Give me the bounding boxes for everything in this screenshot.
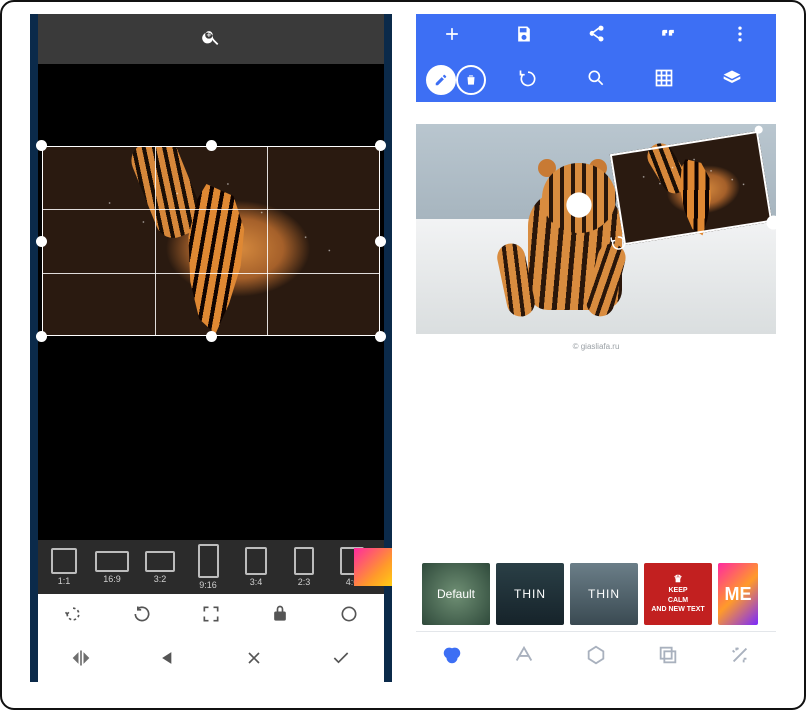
crop-action-row: [38, 638, 384, 682]
ratio-option[interactable]: 3:2: [138, 551, 182, 584]
delete-icon[interactable]: [456, 65, 486, 95]
left-app-frame: 1:1 16:9 3:2 9:16 3:4 2:3 4:6: [30, 14, 392, 682]
preset-item[interactable]: Default: [422, 563, 490, 625]
tab-filters[interactable]: [441, 644, 463, 671]
ratio-option[interactable]: 2:3: [282, 547, 326, 587]
right-top-toolbar: [416, 14, 776, 58]
tab-text[interactable]: [513, 644, 535, 671]
crown-icon: ♛: [674, 574, 683, 585]
crop-handle[interactable]: [36, 236, 47, 247]
tab-shape[interactable]: [585, 644, 607, 671]
ratio-option[interactable]: 1:1: [42, 548, 86, 586]
ratio-option[interactable]: 9:16: [186, 544, 230, 590]
preset-item-peek[interactable]: ME: [718, 563, 758, 625]
crop-frame[interactable]: [42, 146, 380, 336]
editor-canvas[interactable]: © giasliafa.ru: [416, 102, 776, 557]
quote-icon[interactable]: [658, 24, 678, 49]
crop-handle[interactable]: [36, 331, 47, 342]
zoom-in-icon[interactable]: [201, 27, 221, 52]
preset-item[interactable]: THIN: [496, 563, 564, 625]
ratio-option[interactable]: 3:4: [234, 547, 278, 587]
crop-handle[interactable]: [375, 331, 386, 342]
edit-mode-icon[interactable]: [426, 65, 456, 95]
tab-layers[interactable]: [657, 644, 679, 671]
crop-canvas[interactable]: [38, 64, 384, 540]
ratio-option[interactable]: 16:9: [90, 551, 134, 584]
layers-icon[interactable]: [722, 68, 742, 93]
zoom-icon[interactable]: [586, 68, 606, 93]
shape-circle-icon[interactable]: [339, 604, 359, 629]
crop-tool-row: [38, 594, 384, 638]
flip-horizontal-icon[interactable]: [71, 648, 91, 673]
crop-handle[interactable]: [375, 140, 386, 151]
overflow-menu-icon[interactable]: [730, 24, 750, 49]
back-step-icon[interactable]: [158, 648, 178, 673]
tab-magic[interactable]: [729, 644, 751, 671]
cancel-button[interactable]: [244, 648, 264, 673]
overlay-rotate-handle[interactable]: [608, 233, 629, 254]
crop-handle[interactable]: [206, 140, 217, 151]
confirm-button[interactable]: [331, 648, 351, 673]
aspect-ratio-strip: 1:1 16:9 3:2 9:16 3:4 2:3 4:6: [38, 540, 384, 594]
rotate-ccw-icon[interactable]: [63, 604, 83, 629]
right-app-frame: © giasliafa.ru Default THIN THIN ♛ KEEP …: [416, 14, 776, 682]
bottom-tabbar: [416, 631, 776, 682]
add-icon[interactable]: [442, 24, 462, 49]
preset-item[interactable]: THIN: [570, 563, 638, 625]
screenshot: 1:1 16:9 3:2 9:16 3:4 2:3 4:6: [0, 0, 806, 710]
ratio-extra-peek[interactable]: [354, 548, 392, 586]
watermark-text: © giasliafa.ru: [416, 342, 776, 351]
preset-strip: Default THIN THIN ♛ KEEP CALM AND NEW TE…: [416, 557, 776, 631]
rotate-cw-icon[interactable]: [132, 604, 152, 629]
lock-icon[interactable]: [270, 604, 290, 629]
share-icon[interactable]: [586, 24, 606, 49]
undo-icon[interactable]: [518, 68, 538, 93]
grid-icon[interactable]: [654, 68, 674, 93]
crop-handle[interactable]: [36, 140, 47, 151]
crop-handle[interactable]: [206, 331, 217, 342]
save-icon[interactable]: [514, 24, 534, 49]
left-top-bar: [38, 14, 384, 64]
right-sub-toolbar: [416, 58, 776, 102]
crop-handle[interactable]: [375, 236, 386, 247]
preset-item[interactable]: ♛ KEEP CALM AND NEW TEXT: [644, 563, 712, 625]
fullscreen-icon[interactable]: [201, 604, 221, 629]
